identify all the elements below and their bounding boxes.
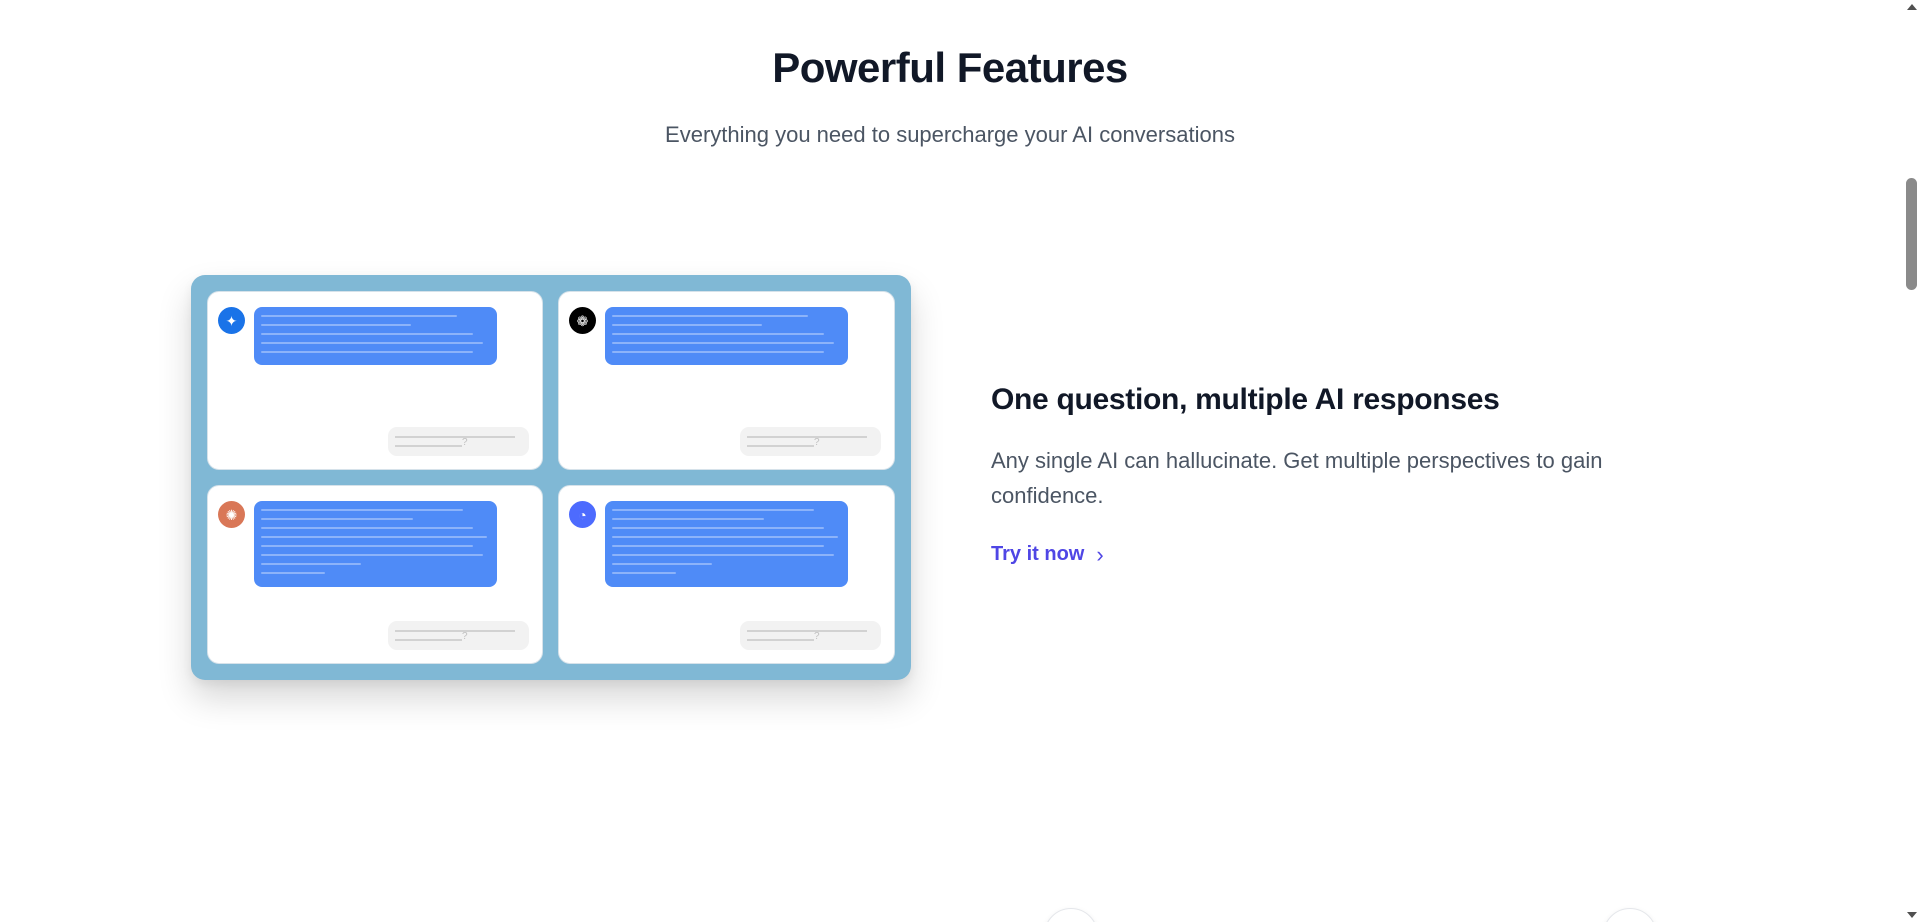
feature-title: One question, multiple AI responses xyxy=(991,383,1500,416)
carousel-dot-button[interactable] xyxy=(1603,908,1657,922)
section-subtitle: Everything you need to supercharge your … xyxy=(665,122,1235,147)
ai-response-pane: ◔ ? xyxy=(558,485,895,664)
user-prompt-bubble: ? xyxy=(388,621,529,650)
try-it-now-link[interactable]: Try it now › xyxy=(991,543,1104,566)
prompt-question-mark: ? xyxy=(814,437,820,448)
chatgpt-icon: ❁ xyxy=(569,307,596,334)
ai-response-pane: ❁ ? xyxy=(558,291,895,470)
response-bubble xyxy=(254,501,497,587)
scroll-up-arrow-icon[interactable] xyxy=(1907,4,1917,10)
user-prompt-bubble: ? xyxy=(740,427,881,456)
user-prompt-bubble: ? xyxy=(388,427,529,456)
section-title: Powerful Features xyxy=(772,44,1128,91)
prompt-question-mark: ? xyxy=(814,631,820,642)
ai-response-pane: ✦ ? xyxy=(207,291,543,470)
response-bubble xyxy=(605,501,848,587)
user-prompt-bubble: ? xyxy=(740,621,881,650)
deepseek-icon: ◔ xyxy=(569,501,596,528)
prompt-question-mark: ? xyxy=(462,437,468,448)
scrollbar[interactable] xyxy=(1903,0,1920,922)
scroll-down-arrow-icon[interactable] xyxy=(1907,912,1917,918)
claude-icon: ✺ xyxy=(218,501,245,528)
chevron-right-icon: › xyxy=(1096,541,1104,567)
try-it-now-label: Try it now xyxy=(991,543,1085,565)
response-bubble xyxy=(254,307,497,365)
ai-response-pane: ✺ ? xyxy=(207,485,543,664)
gemini-icon: ✦ xyxy=(218,307,245,334)
carousel-dot-button[interactable] xyxy=(1044,908,1098,922)
prompt-question-mark: ? xyxy=(462,631,468,642)
feature-description: Any single AI can hallucinate. Get multi… xyxy=(991,448,1603,508)
multi-ai-showcase: ✦ ? ❁ ? ✺ ? ◔ ? xyxy=(191,275,911,680)
response-bubble xyxy=(605,307,848,365)
scrollbar-thumb[interactable] xyxy=(1906,178,1917,290)
